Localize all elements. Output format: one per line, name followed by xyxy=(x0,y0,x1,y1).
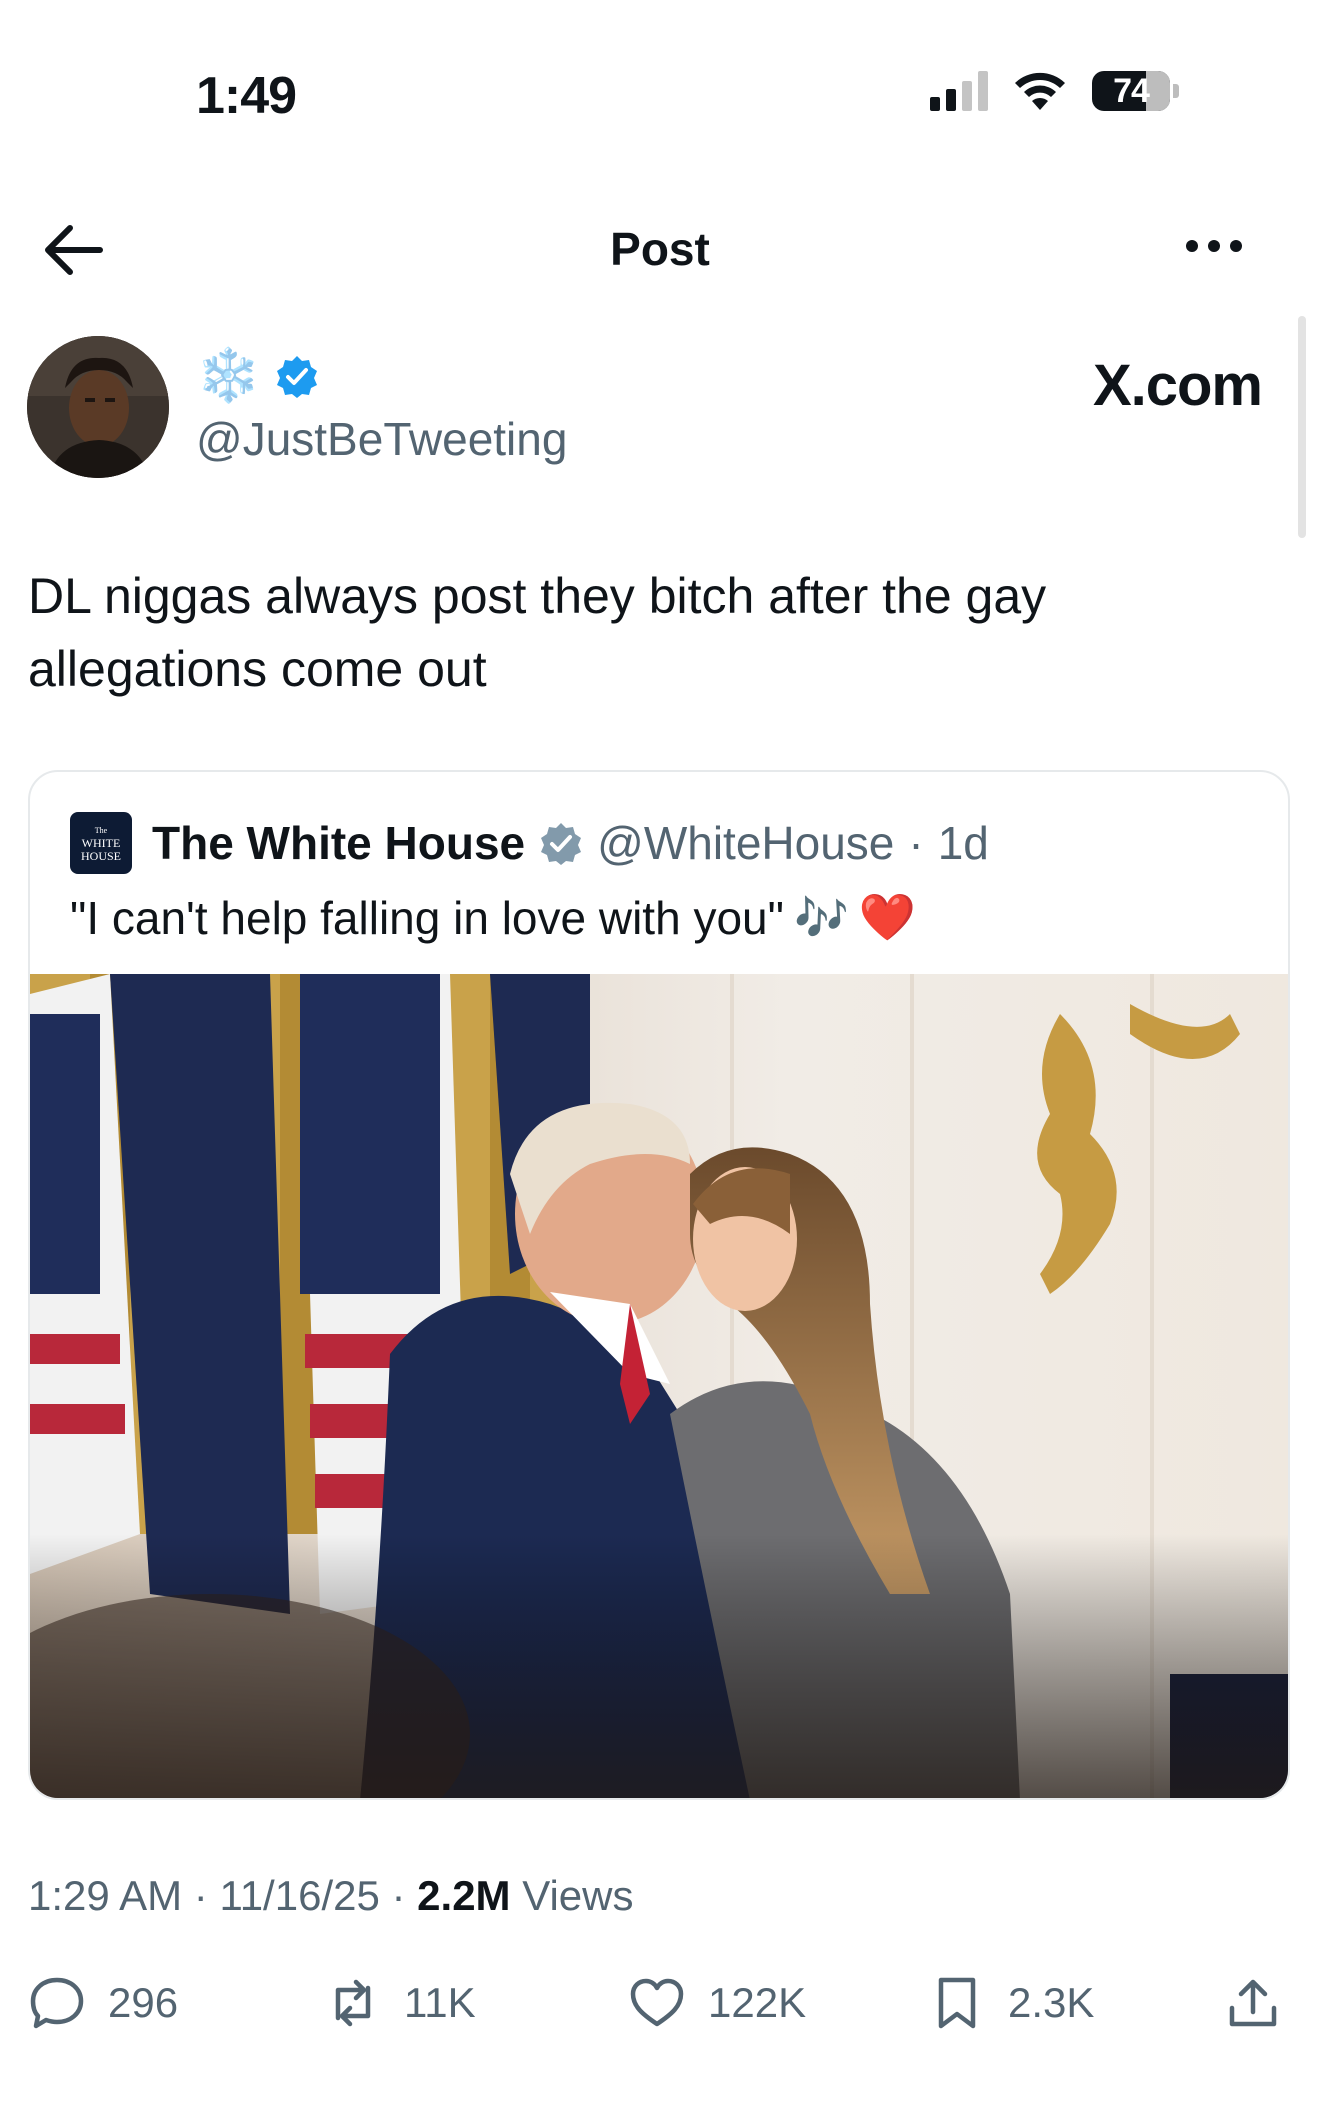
quoted-post-text-row: "I can't help falling in love with you" … xyxy=(70,890,916,945)
reply-count: 296 xyxy=(108,1979,179,2026)
post-time: 1:29 AM xyxy=(28,1872,183,1919)
separator-dot: · xyxy=(193,1872,208,1919)
bookmark-button[interactable]: 2.3K xyxy=(928,1974,1094,2032)
post-meta: 1:29 AM · 11/16/25 · 2.2M Views xyxy=(28,1872,634,1920)
battery-level: 74 xyxy=(1113,71,1150,110)
heart-icon xyxy=(630,1978,684,2027)
battery-indicator: 74 xyxy=(1092,71,1179,111)
status-icons: 74 xyxy=(930,70,1179,112)
status-time: 1:49 xyxy=(196,67,297,125)
scrollbar[interactable] xyxy=(1298,316,1306,538)
verified-badge-icon xyxy=(541,823,582,865)
quoted-post-age: 1d xyxy=(937,817,989,869)
share-icon xyxy=(1229,1979,1277,2027)
repost-count: 11K xyxy=(404,1979,476,2026)
tweet-text: DL niggas always post they bitch after t… xyxy=(28,568,1047,697)
like-button[interactable]: 122K xyxy=(628,1974,806,2032)
page-title: Post xyxy=(610,223,710,275)
post-date: 11/16/25 xyxy=(219,1872,380,1919)
quoted-post-header: The WHITE HOUSE The White House @WhiteHo… xyxy=(70,812,989,874)
like-count: 122K xyxy=(708,1979,807,2026)
bookmark-count: 2.3K xyxy=(1008,1979,1095,2026)
views-count[interactable]: 2.2M xyxy=(417,1872,510,1919)
reply-button[interactable]: 296 xyxy=(28,1974,178,2032)
display-name[interactable]: ❄️ xyxy=(196,350,261,402)
separator-dot: · xyxy=(908,817,924,869)
repost-icon xyxy=(335,1979,371,2027)
white-house-logo: The WHITE HOUSE xyxy=(70,812,132,874)
author-name-row[interactable]: ❄️ xyxy=(196,350,319,402)
repost-button[interactable]: 11K xyxy=(324,1974,476,2032)
action-bar: 296 11K 122K 2.3K xyxy=(28,1974,1290,2034)
reply-icon xyxy=(30,1977,84,2029)
red-heart-emoji: ❤️ xyxy=(858,891,917,943)
quoted-post-text: "I can't help falling in love with you" xyxy=(70,891,784,944)
xcom-watermark: X.com xyxy=(1092,353,1263,418)
quoted-author-name: The White House xyxy=(152,817,526,869)
more-horizontal-icon[interactable] xyxy=(1186,240,1242,252)
cellular-signal-icon xyxy=(930,71,988,111)
verified-badge-icon xyxy=(276,356,317,398)
wifi-icon xyxy=(1015,72,1065,110)
share-button[interactable] xyxy=(1224,1974,1282,2032)
music-notes-emoji: 🎶 xyxy=(793,893,849,943)
avatar[interactable] xyxy=(27,336,169,478)
quoted-post-image[interactable] xyxy=(30,974,1288,1798)
quoted-post-card[interactable]: The WHITE HOUSE The White House @WhiteHo… xyxy=(28,770,1290,1800)
views-label[interactable]: Views xyxy=(522,1872,633,1919)
bookmark-icon xyxy=(938,1977,976,2029)
separator-dot: · xyxy=(391,1872,406,1919)
author-handle[interactable]: @JustBeTweeting xyxy=(196,412,567,466)
quoted-author-handle: @WhiteHouse xyxy=(597,817,895,869)
